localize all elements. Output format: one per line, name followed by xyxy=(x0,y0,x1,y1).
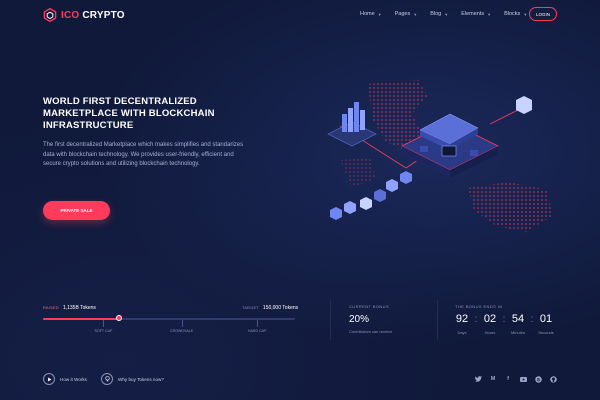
chart-block-icon xyxy=(327,102,377,147)
divider xyxy=(330,300,331,340)
how-it-works-label: How it Works xyxy=(60,376,87,382)
logo-text: ICO CRYPTO xyxy=(61,10,125,21)
nav-item-elements[interactable]: Elements ▼ xyxy=(461,11,491,17)
countdown-title: THE BONUS ENDS IN xyxy=(455,304,503,309)
countdown-label: Minutes xyxy=(510,330,525,335)
progress-knob[interactable] xyxy=(115,315,122,321)
current-bonus-note: Contributors can receive xyxy=(349,329,393,334)
countdown-value: 02 xyxy=(483,313,497,325)
social-links: M f ₿ xyxy=(474,375,557,383)
countdown-days: 92 Days xyxy=(450,313,474,335)
countdown-seconds: 01 Seconds xyxy=(534,313,558,335)
hero-description: The first decentralized Marketplace whic… xyxy=(43,142,244,168)
progress-marker-label: HARD CAP xyxy=(247,329,267,333)
raised-value: 1,135B Tokens xyxy=(62,305,96,311)
why-buy-tokens-label: Why buy Tokens now? xyxy=(118,376,164,382)
logo[interactable]: ICO CRYPTO xyxy=(43,8,125,22)
progress-marker-label: CROWDSALE xyxy=(170,329,194,333)
countdown-value: 54 xyxy=(511,313,525,325)
progress-marker-tick xyxy=(257,320,259,327)
nav-item-blocks[interactable]: Blocks ▼ xyxy=(504,11,527,17)
chevron-down-icon: ▼ xyxy=(377,11,382,17)
play-icon xyxy=(43,373,55,385)
facebook-icon[interactable]: f xyxy=(504,375,512,383)
current-bonus-title: CURRENT BONUS xyxy=(349,304,390,309)
countdown-minutes: 54 Minutes xyxy=(506,313,530,335)
chevron-down-icon: ▼ xyxy=(487,11,492,17)
countdown-hours: 02 Hours xyxy=(478,313,502,335)
why-buy-tokens-link[interactable]: Why buy Tokens now? xyxy=(101,373,164,385)
raised-info: RAISED 1,135B Tokens xyxy=(43,305,96,311)
target-label: TARGET xyxy=(242,306,259,310)
login-button[interactable]: LOGIN xyxy=(529,7,557,21)
nav-label: Pages xyxy=(394,11,411,17)
nav-item-home[interactable]: Home ▼ xyxy=(360,11,382,17)
countdown-label: Hours xyxy=(484,330,496,335)
target-value: 150,000 Tokens xyxy=(262,305,299,311)
nav-label: Blog xyxy=(430,11,442,17)
chevron-down-icon: ▼ xyxy=(413,11,418,17)
blockchain-illustration xyxy=(327,80,552,232)
private-sale-button[interactable]: PRIVATE SALE xyxy=(43,201,110,220)
nav-item-blog[interactable]: Blog ▼ xyxy=(430,11,448,17)
target-info: TARGET 150,000 Tokens xyxy=(242,305,298,311)
nav-label: Blocks xyxy=(504,11,521,17)
youtube-icon[interactable] xyxy=(519,375,527,383)
countdown-value: 92 xyxy=(455,313,469,325)
raised-label: RAISED xyxy=(43,306,59,310)
countdown-label: Seconds xyxy=(538,330,554,335)
nav-label: Elements xyxy=(461,11,485,17)
nav-item-pages[interactable]: Pages ▼ xyxy=(395,11,418,17)
hero-title: WORLD FIRST DECENTRALIZED MARKETPLACE WI… xyxy=(43,96,215,131)
progress-marker-label: SOFT CAP xyxy=(94,329,113,333)
bitcoin-icon[interactable]: ₿ xyxy=(534,375,542,383)
progress-fill xyxy=(43,318,119,320)
progress-marker-tick xyxy=(181,320,183,327)
twitter-icon[interactable] xyxy=(474,375,482,383)
how-it-works-link[interactable]: How it Works xyxy=(43,373,87,385)
chevron-down-icon: ▼ xyxy=(523,11,528,17)
medium-icon[interactable]: M xyxy=(489,375,497,383)
countdown-timer: 92 Days : 02 Hours : 54 Minutes : 01 Sec… xyxy=(450,313,558,335)
logo-suffix: CRYPTO xyxy=(82,9,125,21)
lightbulb-icon xyxy=(101,373,113,385)
nav-label: Home xyxy=(360,11,375,17)
github-icon[interactable] xyxy=(549,375,557,383)
divider xyxy=(437,300,438,340)
countdown-label: Days xyxy=(457,330,467,335)
countdown-value: 01 xyxy=(539,313,553,325)
logo-prefix: ICO xyxy=(61,9,80,21)
hexagon-logo-icon xyxy=(43,8,57,22)
current-bonus-value: 20% xyxy=(349,314,370,325)
chevron-down-icon: ▼ xyxy=(444,11,449,17)
progress-marker-tick xyxy=(103,320,105,327)
main-nav: Home ▼ Pages ▼ Blog ▼ Elements ▼ Blocks ▼ xyxy=(360,11,540,17)
